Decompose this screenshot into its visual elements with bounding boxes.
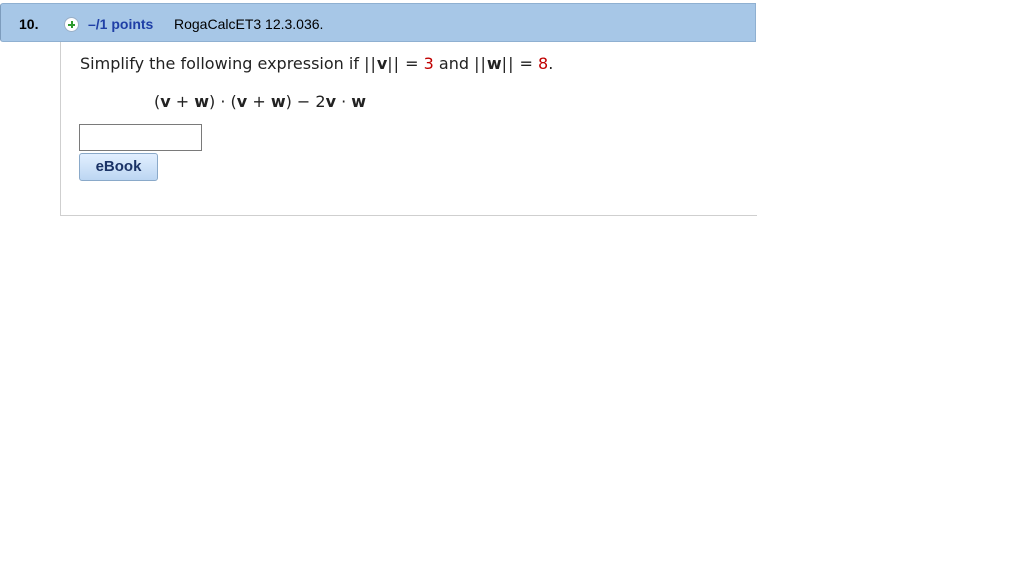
expr-vector-v: v xyxy=(160,92,171,111)
vector-w: w xyxy=(486,54,502,73)
question-prompt: Simplify the following expression if ||v… xyxy=(80,54,553,73)
math-expression: (v + w) · (v + w) − 2v · w xyxy=(154,92,366,111)
equals-sign-1: = xyxy=(400,54,424,73)
w-norm-value: 8 xyxy=(538,54,549,73)
expr-part: + xyxy=(247,92,271,111)
expr-part: ) − 2 xyxy=(285,92,326,111)
expr-vector-v: v xyxy=(236,92,248,111)
question-header: 10. –/1 points RogaCalcET3 12.3.036. xyxy=(0,3,756,42)
vector-v: v xyxy=(376,54,388,73)
expr-part: + xyxy=(170,92,195,111)
prompt-text: Simplify the following expression if xyxy=(80,54,365,73)
expr-vector-w: w xyxy=(351,92,367,111)
equals-sign-2: = xyxy=(514,54,539,73)
expr-part: ) · ( xyxy=(209,92,237,111)
points-label: –/1 points xyxy=(88,16,154,32)
norm-close-w: || xyxy=(501,54,515,73)
expr-vector-v: v xyxy=(325,92,337,111)
plus-circle-icon[interactable] xyxy=(64,17,79,32)
ebook-button[interactable]: eBook xyxy=(79,153,158,181)
expr-vector-w: w xyxy=(194,92,210,111)
question-number: 10. xyxy=(19,16,39,32)
v-norm-value: 3 xyxy=(423,54,434,73)
expr-vector-w: w xyxy=(270,92,286,111)
expr-part: · xyxy=(336,92,352,111)
question-code: RogaCalcET3 12.3.036. xyxy=(174,16,324,32)
norm-open-v: || xyxy=(364,54,377,73)
and-text: and xyxy=(433,54,475,73)
prompt-period: . xyxy=(548,54,554,73)
norm-open-w: || xyxy=(474,54,487,73)
answer-input[interactable] xyxy=(79,124,202,151)
norm-close-v: || xyxy=(387,54,401,73)
